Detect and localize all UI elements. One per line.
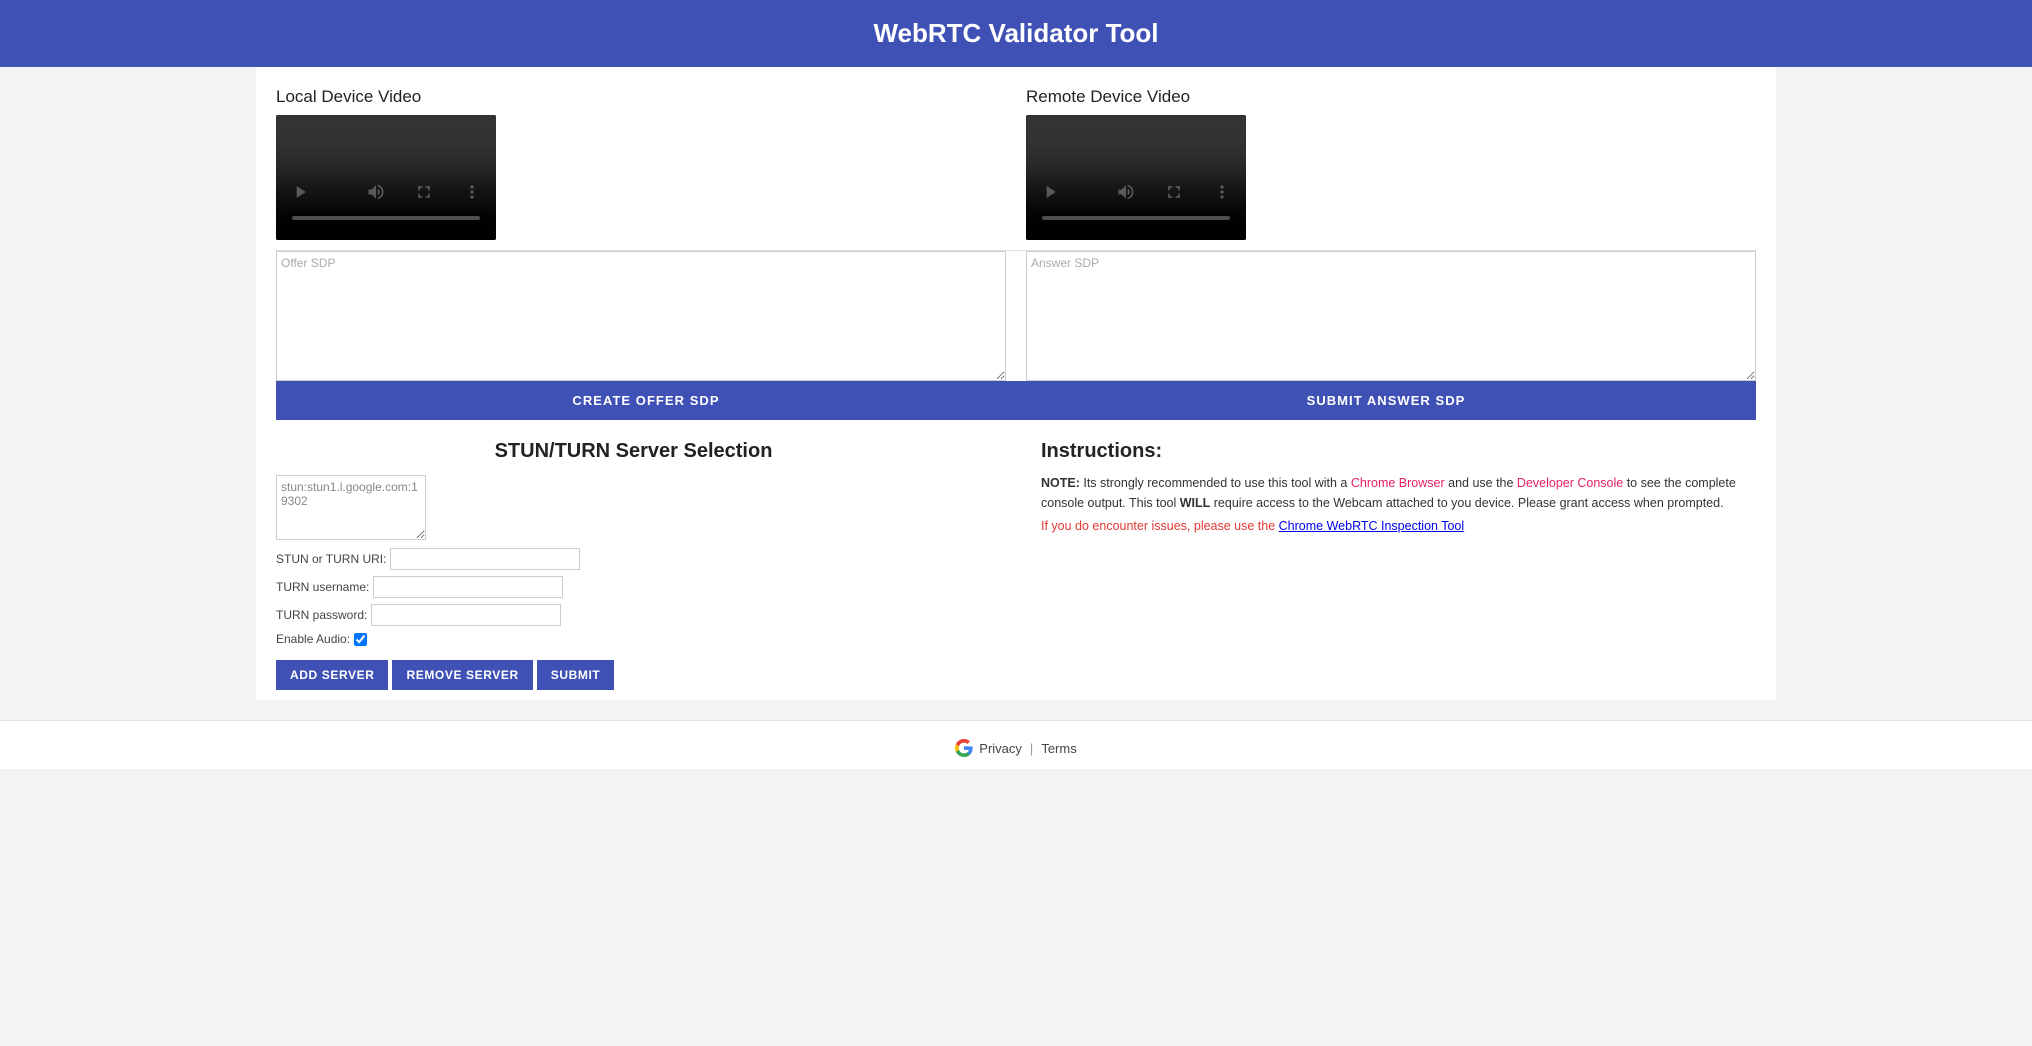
offer-sdp-textarea[interactable] [276,251,1006,381]
footer-separator: | [1030,741,1033,756]
note-text-4: require access to the Webcam attached to… [1210,496,1723,510]
offer-sdp-section [276,251,1006,381]
google-logo [955,739,973,757]
stun-turn-section: STUN/TURN Server Selection stun:stun1.l.… [276,440,1011,690]
remote-video-label: Remote Device Video [1026,87,1756,107]
chrome-browser-link[interactable]: Chrome Browser [1351,476,1445,490]
enable-audio-checkbox[interactable] [354,633,367,646]
stun-turn-title: STUN/TURN Server Selection [276,440,991,463]
enable-audio-row: Enable Audio: [276,632,991,646]
remove-server-button[interactable]: REMOVE SERVER [392,660,532,690]
action-buttons: ADD SERVER REMOVE SERVER SUBMIT [276,660,991,690]
dev-console-link[interactable]: Developer Console [1517,476,1623,490]
sdp-button-row: CREATE OFFER SDP SUBMIT ANSWER SDP [276,381,1756,420]
username-row: TURN username: [276,576,991,598]
note-text-1: Its strongly recommended to use this too… [1080,476,1351,490]
local-video-section: Local Device Video [276,87,1006,240]
local-video-label: Local Device Video [276,87,1006,107]
chrome-webrtc-link[interactable]: Chrome WebRTC Inspection Tool [1279,519,1465,533]
local-video[interactable] [276,115,496,240]
enable-audio-label: Enable Audio: [276,632,350,646]
will-bold: WILL [1180,496,1211,510]
footer-links: Privacy | Terms [0,739,2032,757]
password-label: TURN password: [276,608,367,622]
instructions-title: Instructions: [1041,440,1756,463]
submit-button[interactable]: SUBMIT [537,660,615,690]
page-footer: Privacy | Terms [0,720,2032,769]
terms-link[interactable]: Terms [1041,741,1076,756]
answer-sdp-section [1026,251,1756,381]
note-text-2: and use the [1445,476,1517,490]
username-label: TURN username: [276,580,369,594]
password-row: TURN password: [276,604,991,626]
instructions-body: NOTE: Its strongly recommended to use th… [1041,473,1756,513]
remote-video[interactable] [1026,115,1246,240]
answer-sdp-textarea[interactable] [1026,251,1756,381]
submit-answer-button[interactable]: SUBMIT ANSWER SDP [1016,381,1756,420]
remote-video-section: Remote Device Video [1026,87,1756,240]
bottom-row: STUN/TURN Server Selection stun:stun1.l.… [276,440,1756,690]
stun-uri-input[interactable] [390,548,580,570]
instructions-section: Instructions: NOTE: Its strongly recomme… [1031,440,1756,690]
instructions-warning: If you do encounter issues, please use t… [1041,519,1756,533]
warning-text: If you do encounter issues, please use t… [1041,519,1279,533]
stun-server-textarea[interactable]: stun:stun1.l.google.com:19302 [276,475,426,540]
note-label: NOTE: [1041,476,1080,490]
add-server-button[interactable]: ADD SERVER [276,660,388,690]
turn-password-input[interactable] [371,604,561,626]
uri-label: STUN or TURN URI: [276,552,386,566]
uri-row: STUN or TURN URI: [276,548,991,570]
page-title: WebRTC Validator Tool [873,18,1158,48]
privacy-link[interactable]: Privacy [979,741,1022,756]
turn-username-input[interactable] [373,576,563,598]
create-offer-button[interactable]: CREATE OFFER SDP [276,381,1016,420]
page-header: WebRTC Validator Tool [0,0,2032,67]
